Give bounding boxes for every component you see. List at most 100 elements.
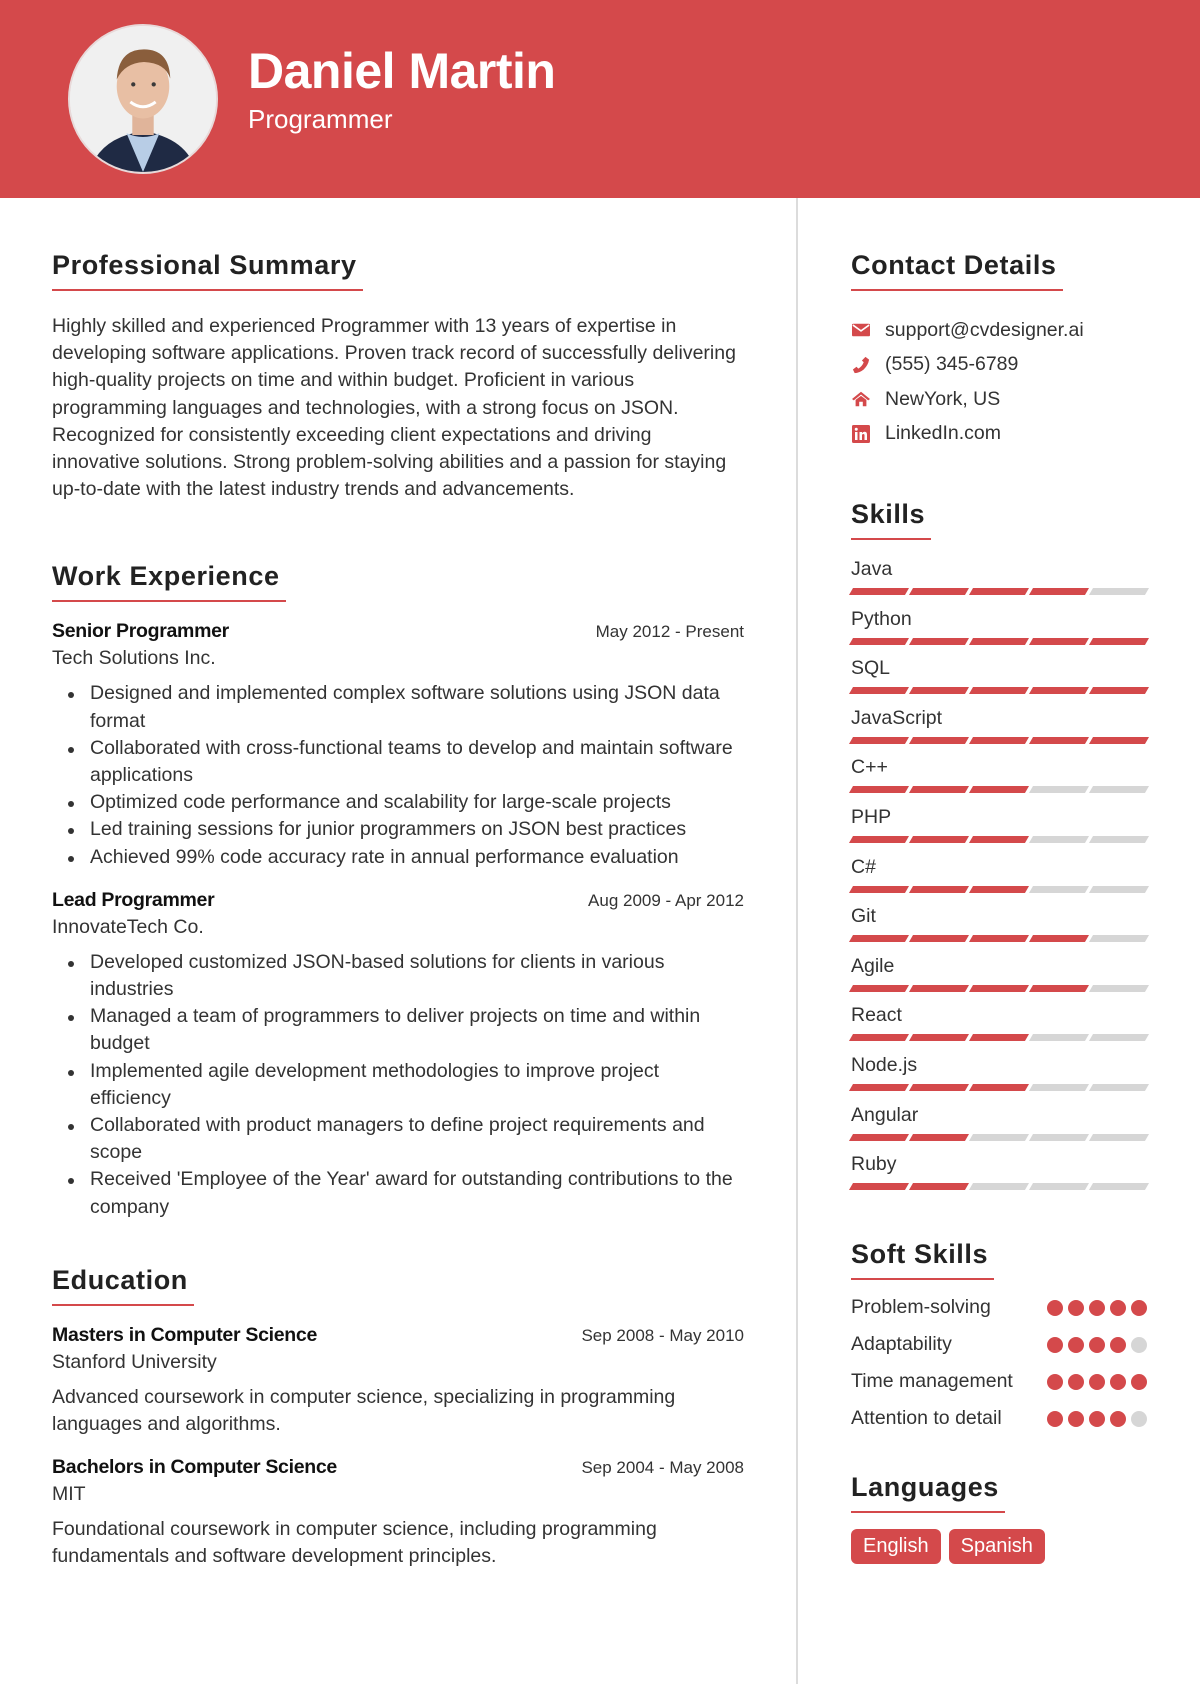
skill-level-bar [848,984,1150,992]
rating-dot-empty-icon [1131,1336,1147,1353]
skill-item: Python [848,604,1150,654]
skill-level-segment-filled [908,1133,970,1141]
skill-name: SQL [851,657,891,680]
skill-name: PHP [851,805,892,828]
job-bullet: Collaborated with product managers to de… [52,1112,744,1166]
skill-name: Angular [851,1103,919,1126]
skill-item: C++ [848,752,1150,802]
job-entry: Senior Programmer May 2012 - Present Tec… [52,620,744,870]
job-bullet: Led training sessions for junior program… [52,816,744,843]
skill-level-segment-filled [848,637,910,645]
job-bullet: Managed a team of programmers to deliver… [52,1003,744,1057]
soft-skills-heading: Soft Skills [851,1239,995,1280]
education-description: Advanced coursework in computer science,… [52,1385,676,1436]
skill-level-segment-filled [968,1034,1030,1042]
skill-level-bar [848,885,1150,893]
soft-skill-name: Problem-solving [851,1295,991,1318]
rating-dot-filled-icon [1089,1410,1105,1427]
phone-icon [851,355,871,375]
degree-name: Bachelors in Computer Science [52,1456,337,1479]
rating-dot-filled-icon [1131,1373,1147,1390]
skill-level-segment-filled [908,885,970,893]
skill-item: PHP [848,802,1150,852]
skill-level-segment-empty [1088,588,1150,595]
job-bullets: Developed customized JSON-based solution… [52,949,744,1221]
skill-level-segment-filled [908,1083,970,1091]
skill-level-segment-filled [1088,637,1150,645]
soft-skill-rating [1047,1299,1147,1316]
skill-level-segment-filled [1028,984,1090,992]
degree-name: Masters in Computer Science [52,1323,317,1346]
job-bullets: Designed and implemented complex softwar… [52,680,744,870]
skill-level-segment-filled [848,786,910,794]
experience-heading: Work Experience [52,561,286,603]
skill-level-segment-empty [1028,1133,1090,1141]
soft-skill-rating [1047,1410,1147,1427]
skill-level-segment-filled [1088,736,1150,744]
education-entry: Masters in Computer Science Sep 2008 - M… [52,1324,744,1438]
skill-level-segment-empty [1028,1034,1090,1042]
job-role: Senior Programmer [52,620,229,643]
skill-name: JavaScript [851,706,943,729]
skill-level-segment-filled [968,885,1030,893]
skill-item: SQL [848,653,1150,703]
skill-level-segment-filled [848,935,910,943]
education-description: Foundational coursework in computer scie… [52,1518,657,1568]
rating-dot-filled-icon [1089,1336,1105,1353]
skill-level-segment-empty [1088,885,1150,893]
skill-name: Python [851,607,912,630]
soft-skill-item: Time management [851,1368,1147,1395]
skill-item: JavaScript [848,703,1150,753]
skill-level-bar [848,637,1150,645]
skill-level-segment-filled [848,736,910,744]
skill-level-segment-filled [908,588,970,595]
skill-level-segment-filled [848,1083,910,1091]
job-date: May 2012 - Present [595,622,744,642]
skill-level-segment-filled [848,1183,910,1191]
skill-item: Angular [848,1100,1150,1150]
languages-heading: Languages [851,1472,1005,1513]
job-bullet: Implemented agile development methodolog… [52,1058,744,1112]
contact-linkedin[interactable]: LinkedIn.com [851,417,1147,452]
skill-level-segment-empty [1028,1183,1090,1191]
skill-level-segment-filled [908,786,970,794]
skill-level-segment-empty [1088,1034,1150,1042]
skill-name: Node.js [851,1053,918,1076]
skill-level-segment-empty [1028,1083,1090,1091]
contact-phone[interactable]: (555) 345-6789 [851,348,1147,383]
experience-section: Work Experience Senior Programmer May 20… [52,561,744,1220]
skill-level-segment-filled [1028,687,1090,695]
rating-dot-filled-icon [1131,1299,1147,1316]
soft-skill-item: Problem-solving [851,1294,1147,1321]
school-name: MIT [52,1483,86,1506]
skill-level-segment-empty [1028,835,1090,843]
rating-dot-filled-icon [1047,1336,1063,1353]
skill-level-segment-filled [848,588,910,595]
soft-skills-list: Problem-solving Adaptability Time manageme… [851,1294,1147,1432]
skill-level-bar [848,1034,1150,1042]
skill-level-segment-empty [1088,786,1150,794]
skill-level-segment-filled [908,984,970,992]
skill-level-segment-filled [968,637,1030,645]
rating-dot-filled-icon [1047,1373,1063,1390]
soft-skill-name: Attention to detail [851,1406,1002,1429]
skill-level-segment-filled [908,1183,970,1191]
job-bullet: Achieved 99% code accuracy rate in annua… [52,844,744,871]
job-company: InnovateTech Co. [52,915,204,938]
education-section: Education Masters in Computer Science Se… [52,1265,744,1571]
home-icon [851,389,871,409]
skill-level-bar [848,835,1150,843]
contact-heading: Contact Details [851,250,1063,291]
skill-level-segment-empty [1088,935,1150,943]
job-role: Lead Programmer [52,888,215,911]
sidebar-column: Contact Details support@cvdesigner.ai (5… [848,250,1150,1604]
skills-list: Java Python SQL JavaScript C++ PHP C# Git Agile R… [848,554,1150,1199]
soft-skill-item: Attention to detail [851,1405,1147,1432]
job-company: Tech Solutions Inc. [52,647,216,670]
rating-dot-filled-icon [1110,1336,1126,1353]
rating-dot-filled-icon [1068,1299,1084,1316]
skill-item: C# [848,852,1150,902]
contact-email[interactable]: support@cvdesigner.ai [851,313,1147,348]
rating-dot-filled-icon [1047,1299,1063,1316]
rating-dot-filled-icon [1068,1336,1084,1353]
